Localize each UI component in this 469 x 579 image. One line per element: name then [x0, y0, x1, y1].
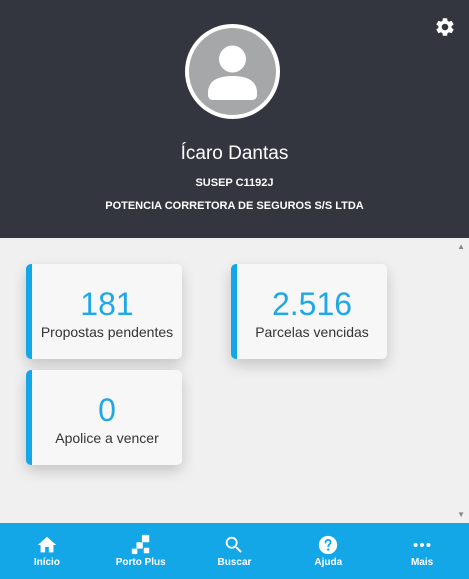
card-propostas-pendentes[interactable]: 181 Propostas pendentes [26, 264, 182, 359]
nav-porto-plus[interactable]: Porto Plus [94, 523, 188, 579]
home-icon [37, 536, 57, 553]
company-name: POTENCIA CORRETORA DE SEGUROS S/S LTDA [105, 200, 364, 212]
help-icon [319, 535, 338, 555]
card-value: 181 [80, 286, 134, 322]
nav-buscar[interactable]: Buscar [188, 523, 282, 579]
card-label: Apolice a vencer [55, 430, 159, 446]
nav-label: Porto Plus [115, 557, 166, 568]
avatar [185, 24, 280, 119]
card-apolice-a-vencer[interactable]: 0 Apolice a vencer [26, 370, 182, 465]
card-label: Parcelas vencidas [255, 324, 369, 340]
nav-label: Ajuda [314, 557, 343, 568]
search-icon [226, 536, 243, 553]
susep-code: SUSEP C1192J [195, 177, 274, 189]
nav-ajuda[interactable]: Ajuda [281, 523, 375, 579]
card-parcelas-vencidas[interactable]: 2.516 Parcelas vencidas [231, 264, 387, 359]
nav-inicio[interactable]: Início [0, 523, 94, 579]
bottom-navigation: Início Porto Plus Buscar Ajuda Mais [0, 523, 469, 579]
card-value: 2.516 [271, 286, 353, 322]
porto-plus-icon [131, 534, 149, 555]
nav-label: Mais [410, 557, 434, 568]
more-icon [413, 542, 431, 548]
dashboard-content[interactable]: ▲ 181 Propostas pendentes 2.516 Parcelas… [0, 238, 469, 523]
user-avatar-icon [189, 28, 276, 115]
user-name: Ícaro Dantas [180, 143, 289, 164]
card-label: Propostas pendentes [40, 324, 174, 340]
profile-header: Ícaro Dantas SUSEP C1192J POTENCIA CORRE… [0, 0, 469, 238]
gear-icon[interactable] [434, 16, 456, 38]
card-value: 0 [98, 392, 116, 428]
scroll-down-arrow-icon[interactable]: ▼ [457, 510, 465, 519]
nav-mais[interactable]: Mais [375, 523, 469, 579]
nav-label: Buscar [217, 557, 252, 568]
nav-label: Início [33, 557, 60, 568]
scroll-up-arrow-icon[interactable]: ▲ [457, 242, 465, 251]
